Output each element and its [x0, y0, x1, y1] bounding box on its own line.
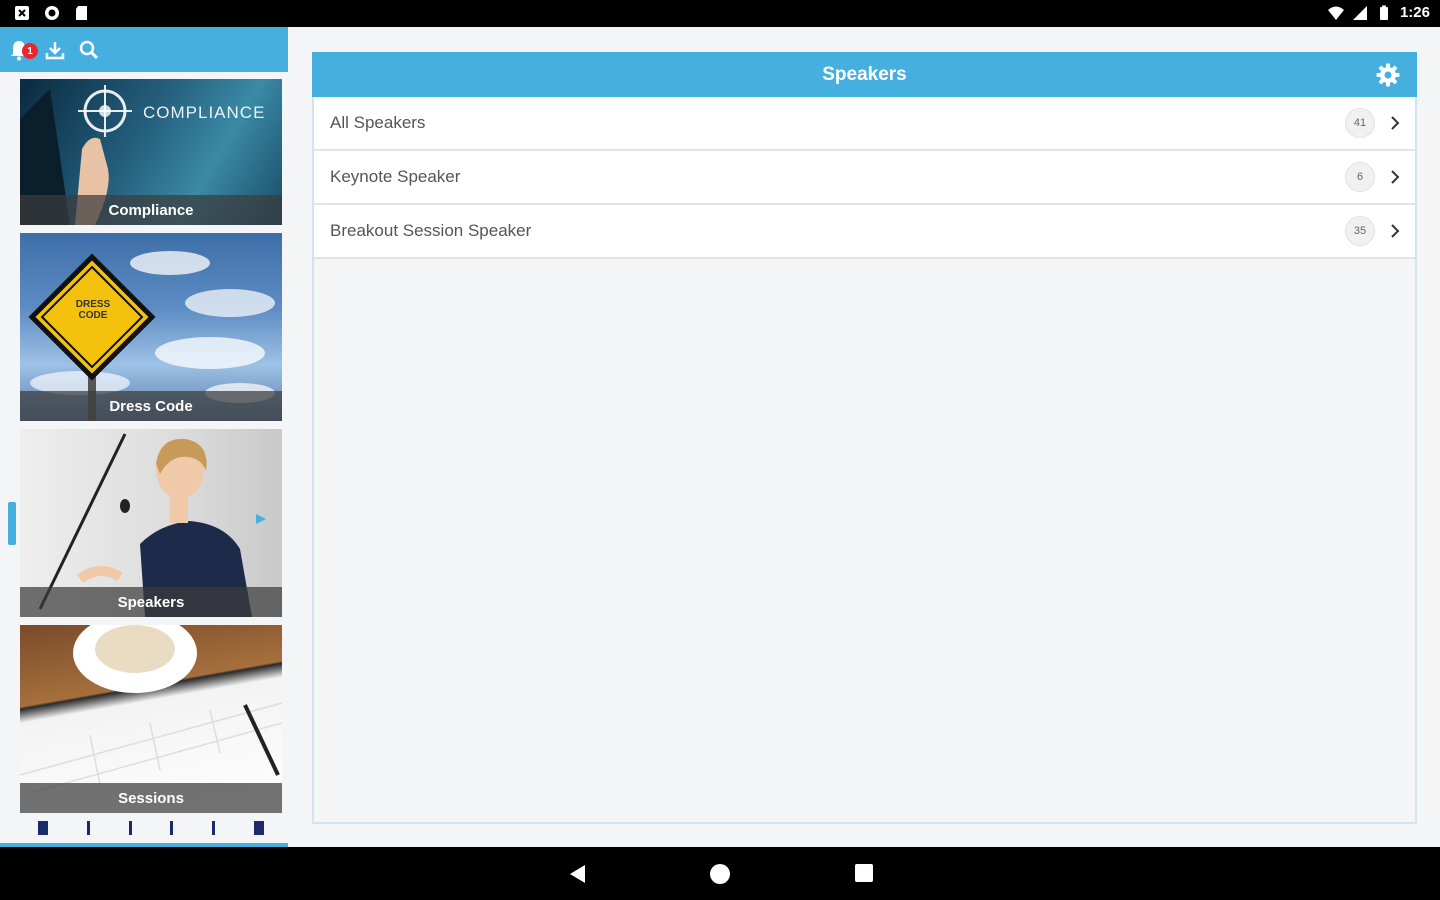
notification-badge: 1: [22, 43, 38, 59]
sidebar-toolbar: 1: [0, 27, 288, 72]
recents-icon[interactable]: [855, 864, 873, 882]
home-icon[interactable]: [710, 864, 730, 884]
tile-label: Sessions: [20, 783, 282, 813]
count-badge: 35: [1345, 216, 1375, 246]
count-badge: 41: [1345, 108, 1375, 138]
download-button[interactable]: [42, 37, 68, 63]
signal-icon: [1352, 5, 1367, 20]
tile-dress-code[interactable]: DRESS CODE Dress Code: [20, 233, 282, 421]
pager-mark: [38, 821, 48, 835]
pager-mark: [212, 821, 216, 835]
system-nav-bar: [0, 847, 1440, 900]
list-item-label: Keynote Speaker: [330, 167, 461, 186]
status-time: 1:26: [1399, 4, 1430, 21]
list-item-breakout-session-speaker[interactable]: Breakout Session Speaker 35: [314, 205, 1415, 259]
sd-card-icon: [76, 6, 87, 20]
tile-speakers[interactable]: Speakers: [20, 429, 282, 617]
panel-header: Speakers: [312, 52, 1417, 97]
search-icon: [79, 40, 99, 60]
status-bar: 1:26: [0, 0, 1440, 27]
search-button[interactable]: [76, 37, 102, 63]
pager-mark: [128, 821, 132, 835]
compliance-image-text: COMPLIANCE: [143, 103, 266, 122]
gear-icon[interactable]: [1375, 62, 1401, 88]
chevron-right-icon: [1391, 224, 1400, 238]
chevron-right-icon: [1391, 170, 1400, 184]
page-title: Speakers: [822, 63, 907, 85]
list-item-label: All Speakers: [330, 113, 426, 132]
circle-app-icon: [45, 6, 59, 20]
speakers-panel: Speakers All Speakers 41 Keynote Speaker: [312, 52, 1417, 824]
pager-mark: [253, 821, 264, 835]
pager-mark: [170, 821, 174, 835]
speaker-category-list: All Speakers 41 Keynote Speaker 6 Breako…: [314, 97, 1415, 259]
tile-label: Compliance: [20, 195, 282, 225]
notification-square-icon: [15, 6, 29, 20]
notifications-button[interactable]: 1: [6, 37, 38, 63]
status-right-icons: 1:26: [1327, 4, 1430, 21]
sidebar-scroll-indicator[interactable]: [8, 502, 16, 545]
back-icon[interactable]: [568, 864, 588, 884]
tile-sessions[interactable]: Sessions: [20, 625, 282, 813]
download-icon: [45, 42, 65, 60]
list-item-label: Breakout Session Speaker: [330, 221, 532, 240]
chevron-right-icon: [1391, 116, 1400, 130]
tile-label: Speakers: [20, 587, 282, 617]
battery-icon: [1379, 5, 1388, 20]
sidebar: 1 COMPLIANCE Compliance DRESS CODE Dress…: [0, 27, 288, 847]
tile-label: Dress Code: [20, 391, 282, 421]
list-item-all-speakers[interactable]: All Speakers 41: [314, 97, 1415, 151]
list-item-keynote-speaker[interactable]: Keynote Speaker 6: [314, 151, 1415, 205]
pager-mark: [86, 821, 90, 835]
sidebar-pager: [20, 819, 282, 837]
count-badge: 6: [1345, 162, 1375, 192]
wifi-icon: [1327, 6, 1344, 20]
sidebar-tiles: COMPLIANCE Compliance DRESS CODE Dress C…: [20, 79, 282, 821]
tile-compliance[interactable]: COMPLIANCE Compliance: [20, 79, 282, 225]
dress-code-sign-text: DRESS CODE: [75, 299, 111, 321]
status-left-icons: [14, 5, 90, 21]
